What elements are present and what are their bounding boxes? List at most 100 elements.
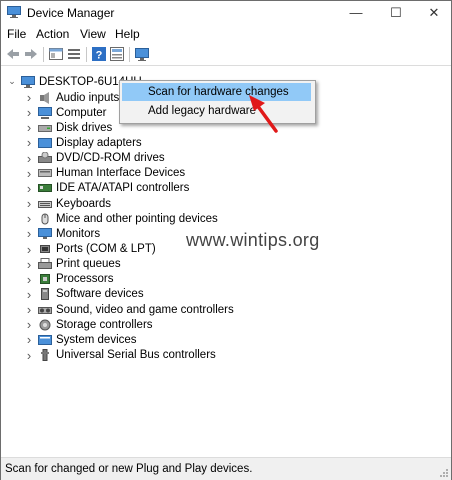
watermark-text: www.wintips.org [186, 230, 320, 250]
computer-icon [21, 75, 35, 88]
chevron-right-icon[interactable]: › [23, 151, 35, 166]
tree-item-label: Print queues [56, 258, 121, 271]
tree-item[interactable]: › Disk drives [23, 120, 112, 135]
toolbar-separator [129, 47, 130, 62]
view-icon[interactable] [109, 46, 125, 62]
menu-help[interactable]: Help [115, 27, 140, 41]
tree-item-label: IDE ATA/ATAPI controllers [56, 182, 190, 195]
speaker-icon [40, 91, 49, 104]
tree-item[interactable]: › DVD/CD-ROM drives [23, 151, 165, 166]
processor-icon [40, 274, 50, 285]
tree-item[interactable]: › Human Interface Devices [23, 166, 185, 181]
annotation-arrow-icon [249, 95, 278, 133]
tree-item-label: Software devices [56, 288, 144, 301]
tree-item-label: Human Interface Devices [56, 167, 186, 180]
tree-item-label: Storage controllers [56, 318, 153, 331]
scan-hardware-menu-item[interactable]: Scan for hardware changes [122, 83, 311, 101]
tree-item[interactable]: › Audio inputs a [23, 90, 129, 105]
minimize-button[interactable]: — [341, 1, 371, 24]
tree-item-label: DVD/CD-ROM drives [56, 152, 165, 165]
context-menu: Scan for hardware changes Add legacy har… [119, 80, 316, 124]
chevron-right-icon[interactable]: › [23, 166, 35, 181]
dvd-drive-icon [38, 152, 52, 164]
menu-view[interactable]: View [80, 27, 106, 41]
chevron-right-icon[interactable]: › [23, 226, 35, 241]
chevron-right-icon[interactable]: › [23, 348, 35, 363]
window-title: Device Manager [27, 6, 115, 20]
details-icon[interactable] [66, 46, 82, 62]
menu-file[interactable]: File [7, 27, 26, 41]
tree-item[interactable]: › Display adapters [23, 135, 142, 150]
chevron-right-icon[interactable]: › [23, 257, 35, 272]
maximize-button[interactable]: ☐ [381, 1, 411, 24]
close-icon: ✕ [428, 4, 440, 20]
tree-item[interactable]: › Monitors [23, 226, 100, 241]
tree-item-label: Mice and other pointing devices [56, 212, 218, 225]
close-button[interactable]: ✕ [419, 1, 449, 24]
device-manager-app-icon [7, 6, 21, 18]
chevron-right-icon[interactable]: › [23, 287, 35, 302]
tree-item[interactable]: › Processors [23, 272, 114, 287]
tree-item[interactable]: › Storage controllers [23, 317, 153, 332]
tree-item-label: Universal Serial Bus controllers [56, 349, 216, 362]
tree-item[interactable]: › IDE ATA/ATAPI controllers [23, 181, 190, 196]
sound-controller-icon [38, 306, 52, 314]
monitor-icon [38, 227, 52, 239]
tree-item-label: Monitors [56, 227, 101, 240]
chevron-right-icon[interactable]: › [23, 317, 35, 332]
tree-item[interactable]: › Sound, video and game controllers [23, 302, 234, 317]
tree-item-label: Computer [56, 106, 107, 119]
properties-pane-icon[interactable] [48, 46, 64, 62]
tree-item-label: Processors [56, 273, 114, 286]
chevron-right-icon[interactable]: › [23, 242, 35, 257]
help-icon[interactable]: ? [91, 46, 107, 62]
status-bar: Scan for changed or new Plug and Play de… [1, 457, 451, 480]
chevron-right-icon[interactable]: › [23, 302, 35, 317]
tree-item[interactable]: › System devices [23, 332, 137, 347]
chevron-right-icon[interactable]: › [23, 120, 35, 135]
status-text: Scan for changed or new Plug and Play de… [5, 463, 253, 475]
svg-text:?: ? [96, 50, 103, 62]
chevron-right-icon[interactable]: › [23, 332, 35, 347]
tree-item[interactable]: › Software devices [23, 287, 144, 302]
keyboard-icon [38, 200, 52, 208]
computer-icon [38, 106, 52, 119]
tree-item[interactable]: › Ports (COM & LPT) [23, 242, 156, 257]
tree-item-label: Disk drives [56, 121, 113, 134]
hid-icon [38, 169, 52, 178]
chevron-down-icon[interactable]: ⌄ [6, 76, 18, 88]
title-bar: Device Manager — ☐ ✕ [1, 1, 451, 24]
chevron-right-icon[interactable]: › [23, 196, 35, 211]
tree-item[interactable]: › Mice and other pointing devices [23, 211, 218, 226]
chevron-right-icon[interactable]: › [23, 272, 35, 287]
chevron-right-icon[interactable]: › [23, 135, 35, 150]
device-manager-window: Device Manager — ☐ ✕ File Action View He… [0, 0, 452, 480]
menu-bar: File Action View Help [1, 24, 451, 43]
tree-item-label: Sound, video and game controllers [56, 303, 234, 316]
chevron-right-icon[interactable]: › [23, 105, 35, 120]
device-tree: ⌄ DESKTOP-6U14HU › Audio inputs a › Compute… [1, 67, 451, 453]
forward-arrow-icon[interactable] [23, 46, 39, 62]
display-adapter-icon [38, 137, 52, 148]
monitor-icon[interactable] [134, 46, 150, 62]
tree-item-label: Ports (COM & LPT) [56, 243, 156, 255]
add-legacy-hardware-menu-item[interactable]: Add legacy hardware [122, 102, 311, 120]
chevron-right-icon[interactable]: › [23, 181, 35, 196]
resize-grip-icon[interactable] [439, 468, 449, 478]
tree-item-label: Display adapters [56, 136, 142, 149]
printer-icon [38, 258, 52, 270]
software-device-icon [41, 288, 49, 301]
disk-drive-icon [38, 124, 52, 132]
menu-action[interactable]: Action [36, 27, 69, 41]
tree-item[interactable]: › Computer [23, 105, 107, 120]
tree-item[interactable]: › Keyboards [23, 196, 111, 211]
usb-icon [41, 349, 49, 362]
back-arrow-icon[interactable] [5, 46, 21, 62]
tree-item[interactable]: › Print queues [23, 257, 121, 272]
tree-item-label: System devices [56, 333, 137, 346]
chevron-right-icon[interactable]: › [23, 90, 35, 105]
chevron-right-icon[interactable]: › [23, 211, 35, 226]
toolbar-separator [86, 47, 87, 62]
mouse-icon [41, 213, 49, 225]
tree-item[interactable]: › Universal Serial Bus controllers [23, 348, 216, 363]
